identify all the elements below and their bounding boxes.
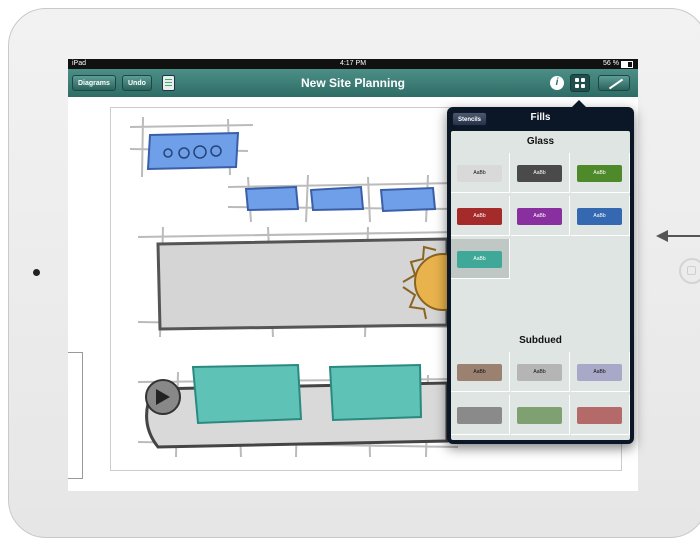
fill-swatch[interactable]: AaBb: [571, 352, 630, 392]
fill-swatch[interactable]: AaBb: [571, 153, 630, 193]
fill-swatch[interactable]: AaBb: [451, 352, 510, 392]
fill-swatch-label: [517, 407, 562, 424]
fill-swatch[interactable]: [511, 395, 570, 435]
fill-swatch[interactable]: AaBb: [511, 153, 570, 193]
fill-swatch-label: [457, 407, 502, 424]
undo-button[interactable]: Undo: [122, 75, 152, 91]
pencil-icon[interactable]: [598, 75, 630, 91]
camera-icon: [33, 269, 40, 276]
fill-swatch[interactable]: [451, 395, 510, 435]
fill-swatch-label: AaBb: [457, 165, 502, 182]
stencils-button[interactable]: Stencils: [452, 112, 488, 126]
diagrams-button[interactable]: Diagrams: [72, 75, 116, 91]
teal-box-1: [191, 363, 303, 425]
arrow-line: [668, 235, 700, 237]
fill-swatch-label: AaBb: [457, 208, 502, 225]
grid-icon[interactable]: [570, 74, 590, 92]
fill-swatch[interactable]: AaBb: [451, 153, 510, 193]
arrow-left-icon: [656, 230, 668, 242]
fill-swatch-label: AaBb: [577, 208, 622, 225]
fill-swatch-label: [577, 407, 622, 424]
battery-percent: 56 %: [603, 60, 619, 67]
fills-popover: Stencils Fills Glass AaBb AaBb AaBb AaBb AaB…: [447, 100, 634, 444]
popover-arrow: [572, 100, 586, 107]
nav-bar: New Site Planning Diagrams Undo i: [68, 69, 638, 98]
fill-swatch[interactable]: AaBb: [451, 239, 510, 279]
blue-box-large: [146, 131, 240, 171]
blue-box-2: [309, 185, 365, 212]
fill-swatch[interactable]: [571, 395, 630, 435]
fill-swatch[interactable]: AaBb: [451, 196, 510, 236]
fill-swatch-label: AaBb: [517, 208, 562, 225]
fill-swatch-label: AaBb: [577, 364, 622, 381]
section-title-subdued: Subdued: [519, 335, 562, 346]
info-icon[interactable]: i: [550, 76, 564, 90]
fill-swatch-label: AaBb: [577, 165, 622, 182]
battery-icon: [621, 60, 633, 68]
fill-swatch[interactable]: AaBb: [511, 196, 570, 236]
status-bar: iPad 4:17 PM 56 %: [68, 59, 638, 69]
teal-box-2: [328, 363, 423, 422]
blue-box-1: [244, 185, 300, 212]
fill-swatch-label: AaBb: [517, 364, 562, 381]
document-icon[interactable]: [162, 75, 175, 91]
gray-bar: [156, 237, 449, 331]
status-time: 4:17 PM: [339, 60, 367, 67]
home-button-icon: [687, 266, 696, 275]
fill-swatch-label: AaBb: [457, 364, 502, 381]
fills-list[interactable]: Glass AaBb AaBb AaBb AaBb AaBb AaBb AaBb Subdu…: [451, 131, 630, 440]
fill-swatch-label: AaBb: [517, 165, 562, 182]
fill-swatch[interactable]: AaBb: [571, 196, 630, 236]
blue-box-3: [379, 186, 437, 213]
fill-swatch[interactable]: AaBb: [511, 352, 570, 392]
fill-swatch-label: AaBb: [457, 251, 502, 268]
section-title-glass: Glass: [526, 136, 555, 147]
